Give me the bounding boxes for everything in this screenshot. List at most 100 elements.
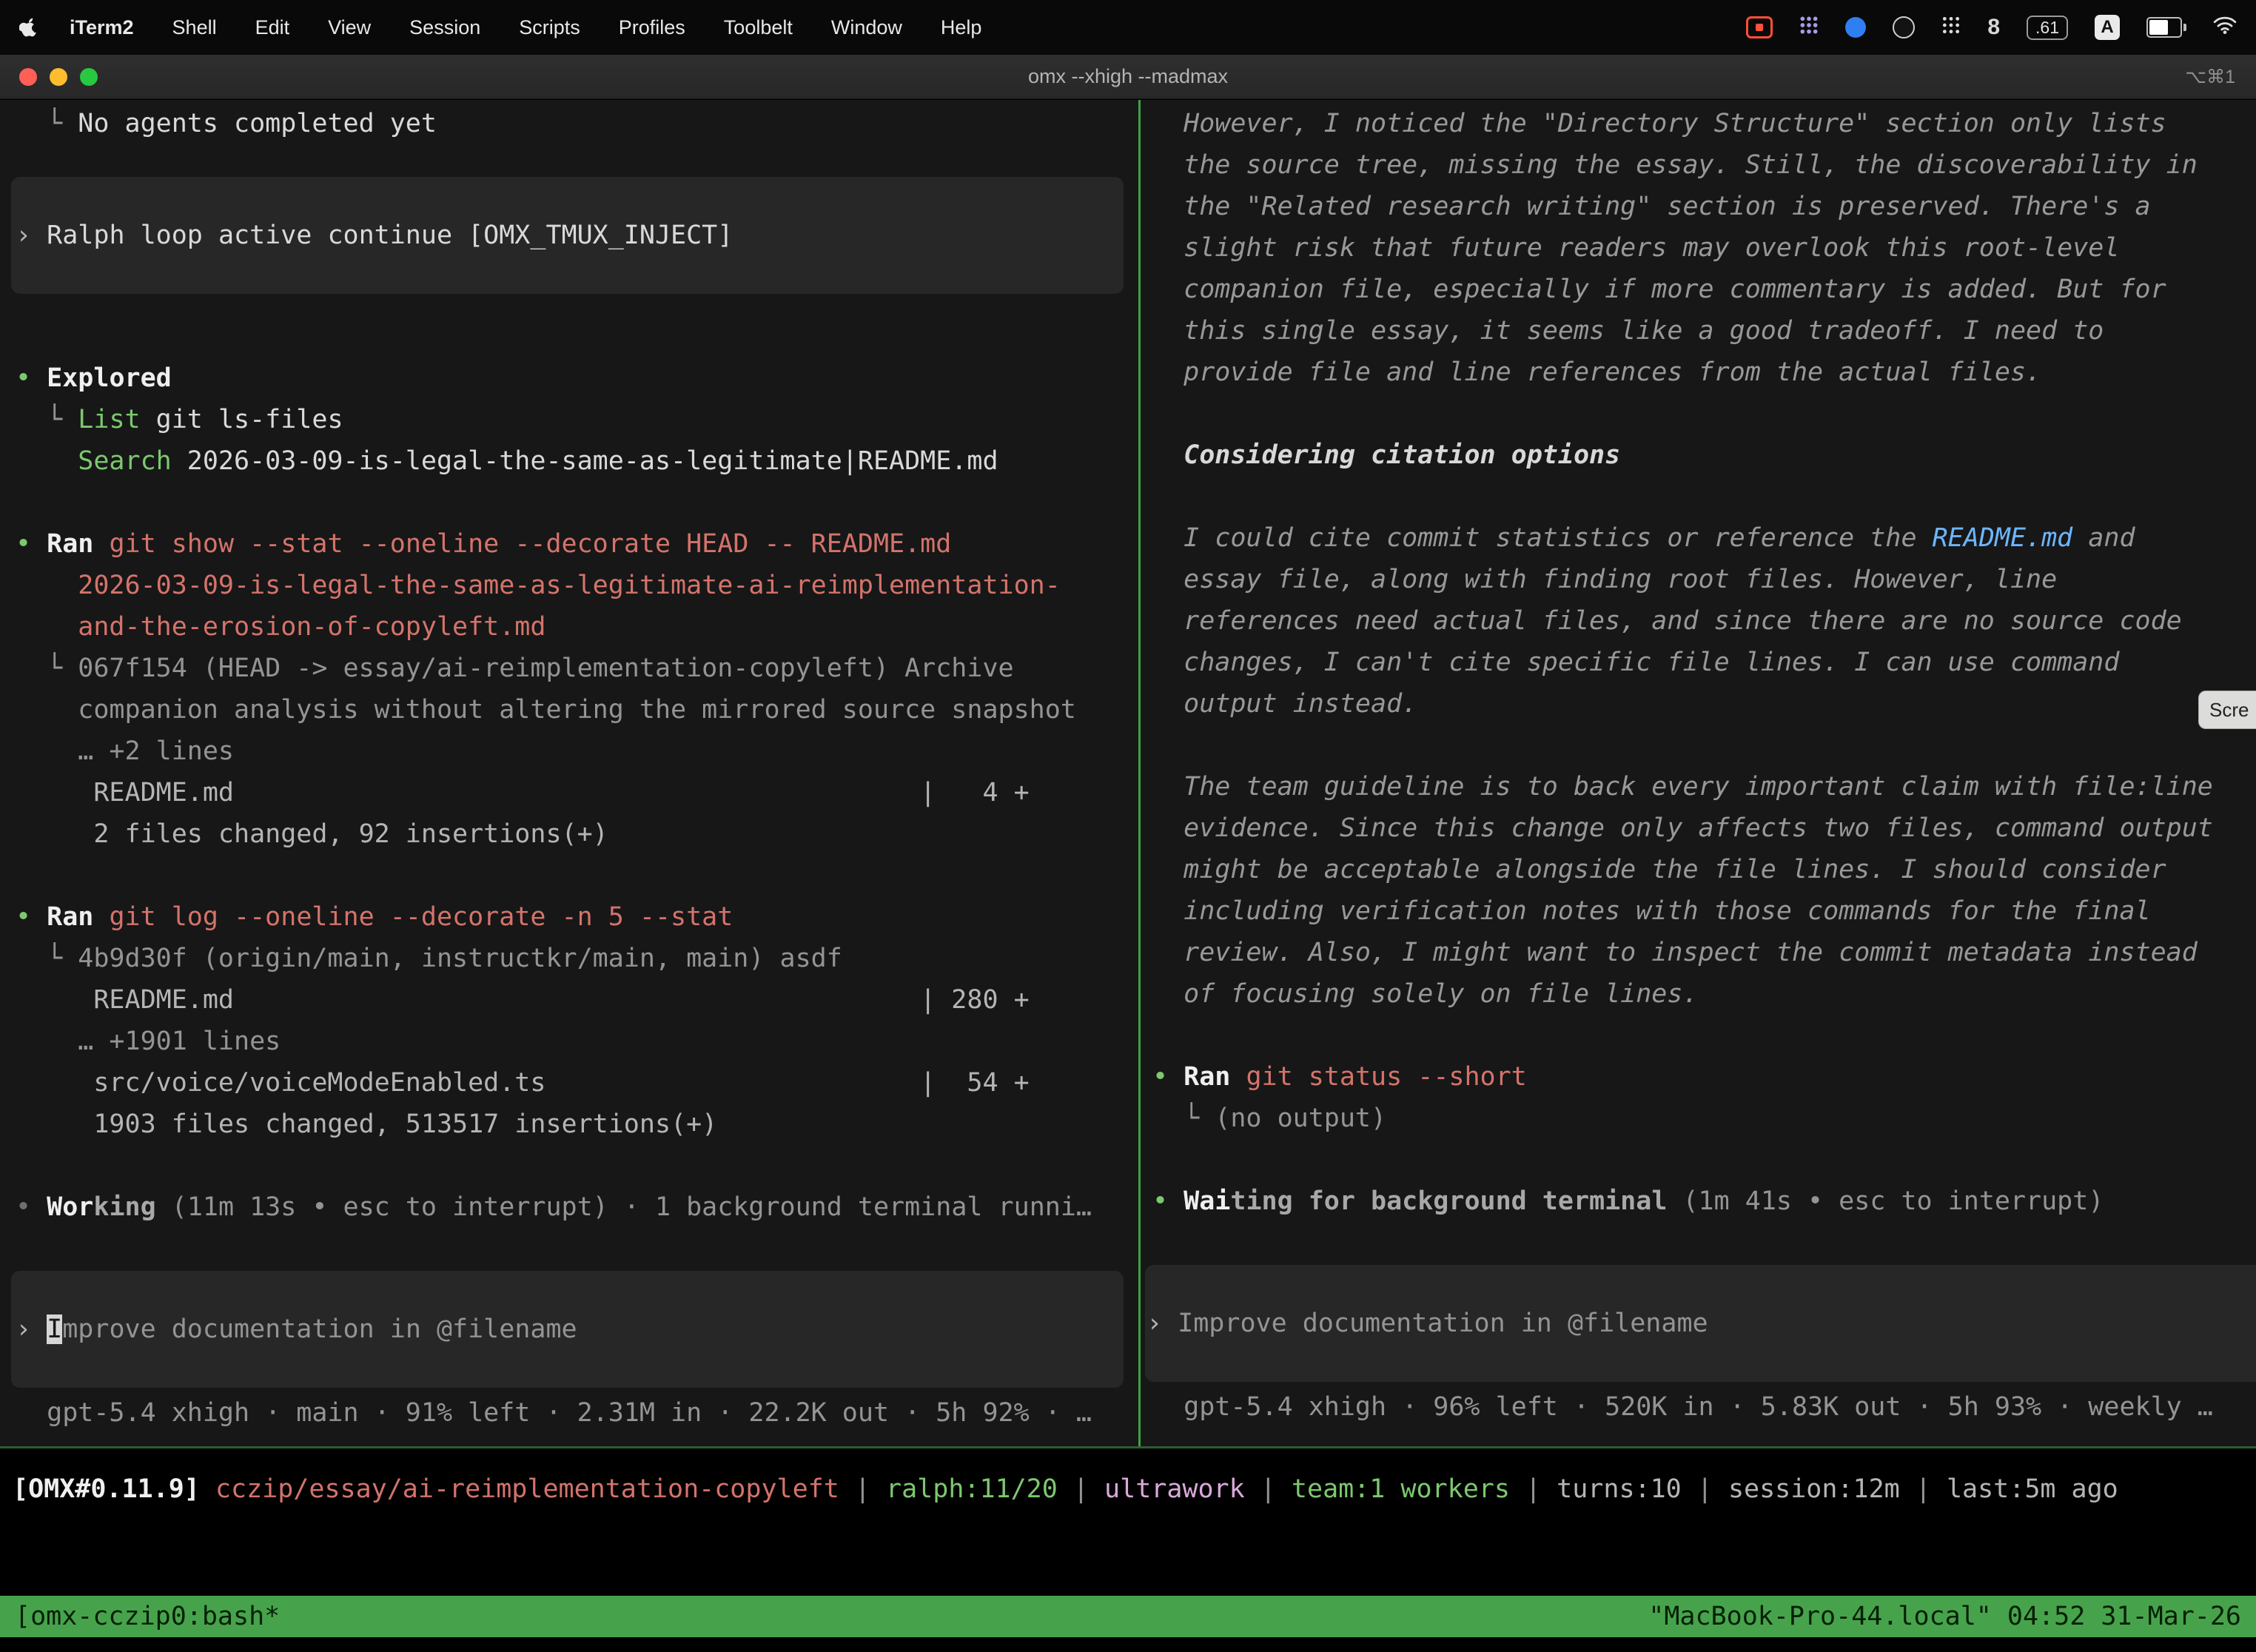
terminal-line: evidence. Since this change only affects… [1152,807,2256,849]
model-status-line: gpt-5.4 xhigh · main · 91% left · 2.31M … [16,1392,1128,1434]
menu-item-scripts[interactable]: Scripts [500,16,600,39]
text-segment: Ran [47,902,109,932]
traffic-lights [19,68,98,86]
text-segment: … +1901 lines [16,1027,281,1056]
tmux-status-bar: [omx-cczip0:bash* "MacBook-Pro-44.local"… [0,1596,2256,1637]
text-segment: essay file, along with finding root file… [1152,565,2057,594]
text-segment: └ [16,405,78,434]
text-segment: src/voice/voiceModeEnabled.ts | 54 + [16,1068,1030,1098]
input-source-icon[interactable]: A [2095,15,2120,40]
terminal-area: └ No agents completed yet› Ralph loop ac… [0,100,2256,1446]
text-segment: [OMX#0.11.9] [13,1474,215,1504]
terminal-line: └ 4b9d30f (origin/main, instructkr/main,… [16,938,1128,979]
ran-command-line: • Ran git status --short [1152,1056,2256,1098]
dots-grid-icon[interactable] [1941,16,1961,40]
terminal-line: essay file, along with finding root file… [1152,559,2256,600]
text-segment: 1903 files changed, 513517 insertions(+) [16,1109,717,1139]
text-segment: README.md | 280 + [16,985,1030,1015]
menu-item-profiles[interactable]: Profiles [600,16,705,39]
text-segment: └ 067f154 (HEAD -> essay/ai-reimplementa… [16,654,1014,683]
terminal-pane-left[interactable]: └ No agents completed yet› Ralph loop ac… [0,100,1138,1446]
waiting-status-line: • Waiting for background terminal (1m 41… [1152,1181,2256,1222]
ralph-loop-banner[interactable]: › Ralph loop active continue [OMX_TMUX_I… [11,177,1124,294]
text-segment: gpt-5.4 xhigh · main · 91% left · 2.31M … [16,1398,1092,1428]
minimize-button[interactable] [50,68,67,86]
terminal-line: this single essay, it seems like a good … [1152,310,2256,352]
recording-dot-icon [1756,24,1763,31]
panel-line: › Improve documentation in @filename [16,1309,1124,1350]
text-segment: └ [16,109,78,138]
text-segment: team:1 workers [1292,1474,1510,1504]
menu-item-shell[interactable]: Shell [153,16,236,39]
terminal-line: including verification notes with those … [1152,890,2256,932]
text-segment: 2026-03-09-is-legal-the-same-as-legitima… [16,571,1061,600]
terminal-line: README.md | 280 + [16,979,1128,1021]
model-status-line: gpt-5.4 xhigh · 96% left · 520K in · 5.8… [1152,1386,2256,1428]
battery-percent-badge[interactable]: .61 [2027,16,2068,40]
text-segment: | [1900,1474,1947,1504]
menu-item-session[interactable]: Session [390,16,500,39]
blank-line [16,1145,1128,1186]
text-segment: | [1682,1474,1728,1504]
thinking-heading: Considering citation options [1152,434,2256,476]
terminal-line: of focusing solely on file lines. [1152,973,2256,1015]
blue-app-icon[interactable] [1845,17,1866,38]
terminal-line: output instead. [1152,683,2256,725]
text-segment: Search [16,446,172,476]
text-segment: Wai [1184,1186,1230,1216]
terminal-line: Search 2026-03-09-is-legal-the-same-as-l… [16,440,1128,482]
apple-menu-icon[interactable] [19,18,38,37]
battery-icon[interactable] [2146,17,2186,38]
ran-command-line: • Ran git show --stat --oneline --decora… [16,523,1128,565]
text-segment: gpt-5.4 xhigh · 96% left · 520K in · 5.8… [1152,1392,2213,1422]
window-title-bar[interactable]: omx --xhigh --madmax ⌥⌘1 [0,55,2256,99]
menu-bar-left: iTerm2ShellEditViewSessionScriptsProfile… [19,16,1001,39]
menu-item-iterm2[interactable]: iTerm2 [50,16,153,39]
screen-recording-indicator-icon[interactable] [1746,16,1773,38]
menu-item-edit[interactable]: Edit [236,16,309,39]
terminal-pane-right[interactable]: However, I noticed the "Directory Struct… [1141,100,2256,1446]
close-button[interactable] [19,68,37,86]
text-segment: I [47,1314,62,1344]
fullscreen-button[interactable] [80,68,98,86]
purple-grid-app-icon[interactable] [1799,16,1819,40]
text-segment: • [16,902,47,932]
text-segment: README.md | 4 + [16,778,1030,807]
terminal-line: └ (no output) [1152,1098,2256,1139]
menu-item-help[interactable]: Help [921,16,1001,39]
terminal-line: └ 067f154 (HEAD -> essay/ai-reimplementa… [16,648,1128,689]
dark-app-icon[interactable] [1893,16,1915,38]
menu-item-view[interactable]: View [309,16,390,39]
blank-line [16,482,1128,523]
wifi-icon[interactable] [2213,16,2237,40]
panel-line: › Ralph loop active continue [OMX_TMUX_I… [16,215,1124,256]
text-segment: evidence. Since this change only affects… [1152,813,2213,843]
omx-monitor-pane: [OMX#0.11.9] cczip/essay/ai-reimplementa… [0,1468,2256,1510]
text-segment: including verification notes with those … [1152,896,2151,926]
text-segment: Ralph loop active continue [OMX_TMUX_INJ… [47,221,733,250]
terminal-line: slight risk that future readers may over… [1152,227,2256,269]
text-segment: might be acceptable alongside the file l… [1152,855,2166,884]
text-segment: companion file, especially if more comme… [1152,275,2166,304]
terminal-line: review. Also, I might want to inspect th… [1152,932,2256,973]
knot-icon[interactable]: 8 [1987,15,2000,40]
menu-item-toolbelt[interactable]: Toolbelt [705,16,812,39]
macos-menu-bar: iTerm2ShellEditViewSessionScriptsProfile… [0,0,2256,55]
menu-item-window[interactable]: Window [812,16,921,39]
text-segment: turns:10 [1557,1474,1682,1504]
prompt-input[interactable]: › Improve documentation in @filename [1145,1265,2256,1382]
prompt-input[interactable]: › Improve documentation in @filename [11,1271,1124,1388]
text-segment: • [1152,1062,1184,1092]
text-segment: Ran [1184,1062,1246,1092]
blank-line [1152,1015,2256,1056]
blank-line [1152,1139,2256,1181]
text-segment: └ 4b9d30f (origin/main, instructkr/main,… [16,944,842,973]
terminal-line: However, I noticed the "Directory Struct… [1152,103,2256,144]
text-segment: the source tree, missing the essay. Stil… [1152,150,2198,180]
working-status-line: • Working (11m 13s • esc to interrupt) ·… [16,1186,1128,1228]
screen-popup-button[interactable]: Scre [2198,691,2256,729]
battery-body [2146,17,2182,38]
text-segment: git status --short [1246,1062,1526,1092]
text-segment: The team guideline is to back every impo… [1152,772,2213,802]
blank-line [16,855,1128,896]
